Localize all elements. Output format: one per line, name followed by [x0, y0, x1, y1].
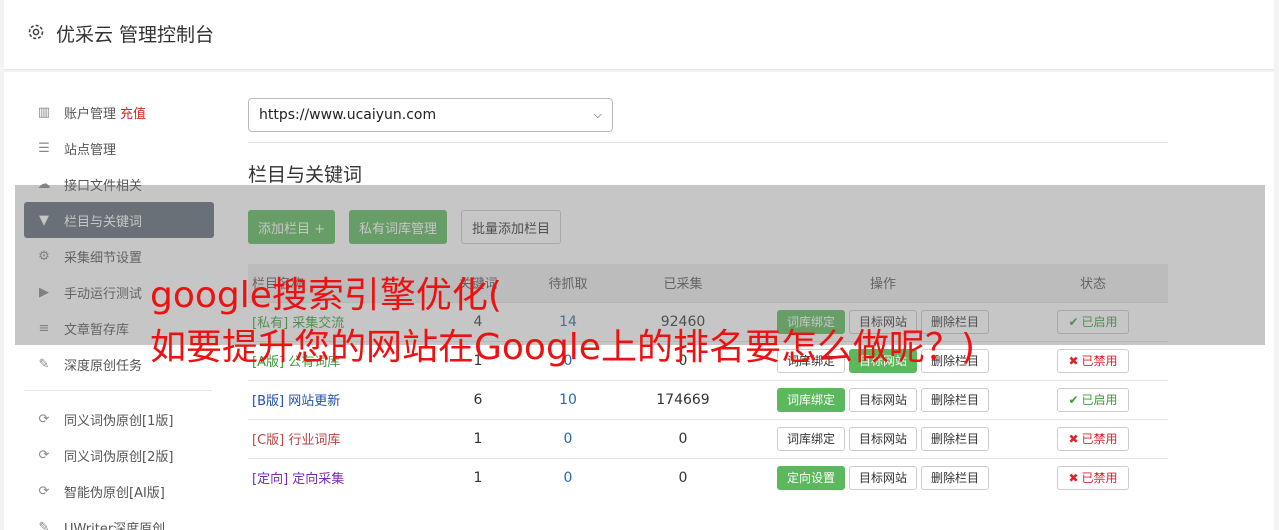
status-toggle[interactable]: ✔ 已启用 — [1057, 387, 1129, 412]
sidebar-item-label: UWriter深度原创 — [64, 521, 166, 530]
sidebar-item-synonym-v1[interactable]: ⟳ 同义词伪原创[1版] — [24, 401, 214, 437]
status-toggle[interactable]: ✖ 已禁用 — [1057, 465, 1129, 490]
refresh-icon: ⟳ — [38, 447, 50, 463]
bind-lexicon-button[interactable]: 词库绑定 — [776, 426, 845, 451]
pending-count[interactable]: 0 — [518, 418, 618, 458]
cross-icon: ✖ — [1068, 353, 1079, 368]
column-name[interactable]: [定向] 定向采集 — [248, 457, 438, 497]
bar-chart-icon: ▥ — [37, 104, 51, 120]
sidebar-item-ai-rewrite[interactable]: ⟳ 智能伪原创[AI版] — [24, 473, 214, 509]
status-cell: ✖ 已禁用 — [1018, 457, 1168, 497]
status-cell: ✖ 已禁用 — [1018, 340, 1168, 380]
status-cell: ✖ 已禁用 — [1018, 418, 1168, 458]
target-site-button[interactable]: 目标网站 — [848, 465, 917, 490]
delete-column-button[interactable]: 删除栏目 — [921, 465, 990, 490]
edit-icon: ✎ — [38, 356, 50, 372]
target-site-button[interactable]: 目标网站 — [848, 426, 917, 451]
column-name[interactable]: [B版] 网站更新 — [248, 379, 438, 419]
cross-icon: ✖ — [1068, 470, 1079, 485]
sidebar-item-label: 同义词伪原创[2版] — [64, 449, 174, 465]
sidebar-item-sites[interactable]: ☰ 站点管理 — [24, 130, 214, 166]
table-row: [B版] 网站更新 6 10 174669 词库绑定 目标网站 删除栏目 ✔ 已启用 — [248, 379, 1168, 419]
keyword-count: 1 — [438, 457, 518, 497]
target-site-button[interactable]: 目标网站 — [848, 387, 917, 412]
delete-column-button[interactable]: 删除栏目 — [921, 426, 990, 451]
edit-icon: ✎ — [38, 519, 50, 530]
cross-icon: ✖ — [1068, 431, 1079, 446]
collected-count: 174669 — [618, 379, 748, 419]
pending-count[interactable]: 0 — [518, 457, 618, 497]
top-bar: 优采云 管理控制台 — [4, 0, 1274, 70]
keyword-count: 6 — [438, 379, 518, 419]
pending-count[interactable]: 10 — [518, 379, 618, 419]
refresh-icon: ⟳ — [38, 483, 50, 499]
overlay-headline-line2: 如要提升您的网站在Google上的排名要怎么做呢？) — [150, 327, 975, 368]
status-toggle[interactable]: ✖ 已禁用 — [1057, 426, 1129, 451]
site-select-value: https://www.ucaiyun.com — [259, 107, 437, 123]
refresh-icon: ⟳ — [38, 411, 50, 427]
column-name[interactable]: [C版] 行业词库 — [248, 418, 438, 458]
operations-cell: 定向设置 目标网站 删除栏目 — [748, 457, 1018, 497]
keyword-count: 1 — [438, 418, 518, 458]
sidebar-item-label: 站点管理 — [64, 142, 117, 158]
table-row: [定向] 定向采集 1 0 0 定向设置 目标网站 删除栏目 ✖ 已禁用 — [248, 457, 1168, 497]
sidebar-item-label: 智能伪原创[AI版] — [64, 485, 165, 501]
overlay-headline-line1: google搜索引擎优化( — [150, 275, 502, 316]
server-icon: ☰ — [38, 140, 50, 156]
bind-lexicon-button[interactable]: 词库绑定 — [776, 387, 845, 412]
section-title: 栏目与关键词 — [248, 164, 363, 186]
operations-cell: 词库绑定 目标网站 删除栏目 — [748, 418, 1018, 458]
sidebar-item-synonym-v2[interactable]: ⟳ 同义词伪原创[2版] — [24, 437, 214, 473]
collected-count: 0 — [618, 457, 748, 497]
sidebar-item-label: 账户管理 — [64, 106, 117, 122]
sidebar-item-label: 深度原创任务 — [64, 358, 143, 374]
sidebar-item-uwriter[interactable]: ✎ UWriter深度原创 — [24, 509, 214, 530]
delete-column-button[interactable]: 删除栏目 — [921, 387, 990, 412]
recharge-link[interactable]: 充值 — [120, 103, 146, 122]
overlay-headline: google搜索引擎优化( 如要提升您的网站在Google上的排名要怎么做呢？) — [150, 270, 975, 374]
directed-settings-button[interactable]: 定向设置 — [776, 465, 845, 490]
site-select[interactable]: https://www.ucaiyun.com ⌵ — [248, 98, 613, 132]
check-icon: ✔ — [1068, 392, 1079, 407]
status-toggle[interactable]: ✖ 已禁用 — [1057, 348, 1129, 373]
table-row: [C版] 行业词库 1 0 0 词库绑定 目标网站 删除栏目 ✖ 已禁用 — [248, 418, 1168, 458]
divider — [248, 142, 1168, 143]
operations-cell: 词库绑定 目标网站 删除栏目 — [748, 379, 1018, 419]
sidebar-item-label: 同义词伪原创[1版] — [64, 413, 174, 429]
chevron-down-icon: ⌵ — [593, 108, 602, 121]
sidebar-item-account[interactable]: ▥ 账户管理 充值 — [24, 94, 214, 130]
collected-count: 0 — [618, 418, 748, 458]
status-cell: ✔ 已启用 — [1018, 379, 1168, 419]
gear-icon — [28, 24, 44, 40]
page-title: 优采云 管理控制台 — [56, 24, 215, 46]
sidebar-divider — [24, 390, 212, 391]
